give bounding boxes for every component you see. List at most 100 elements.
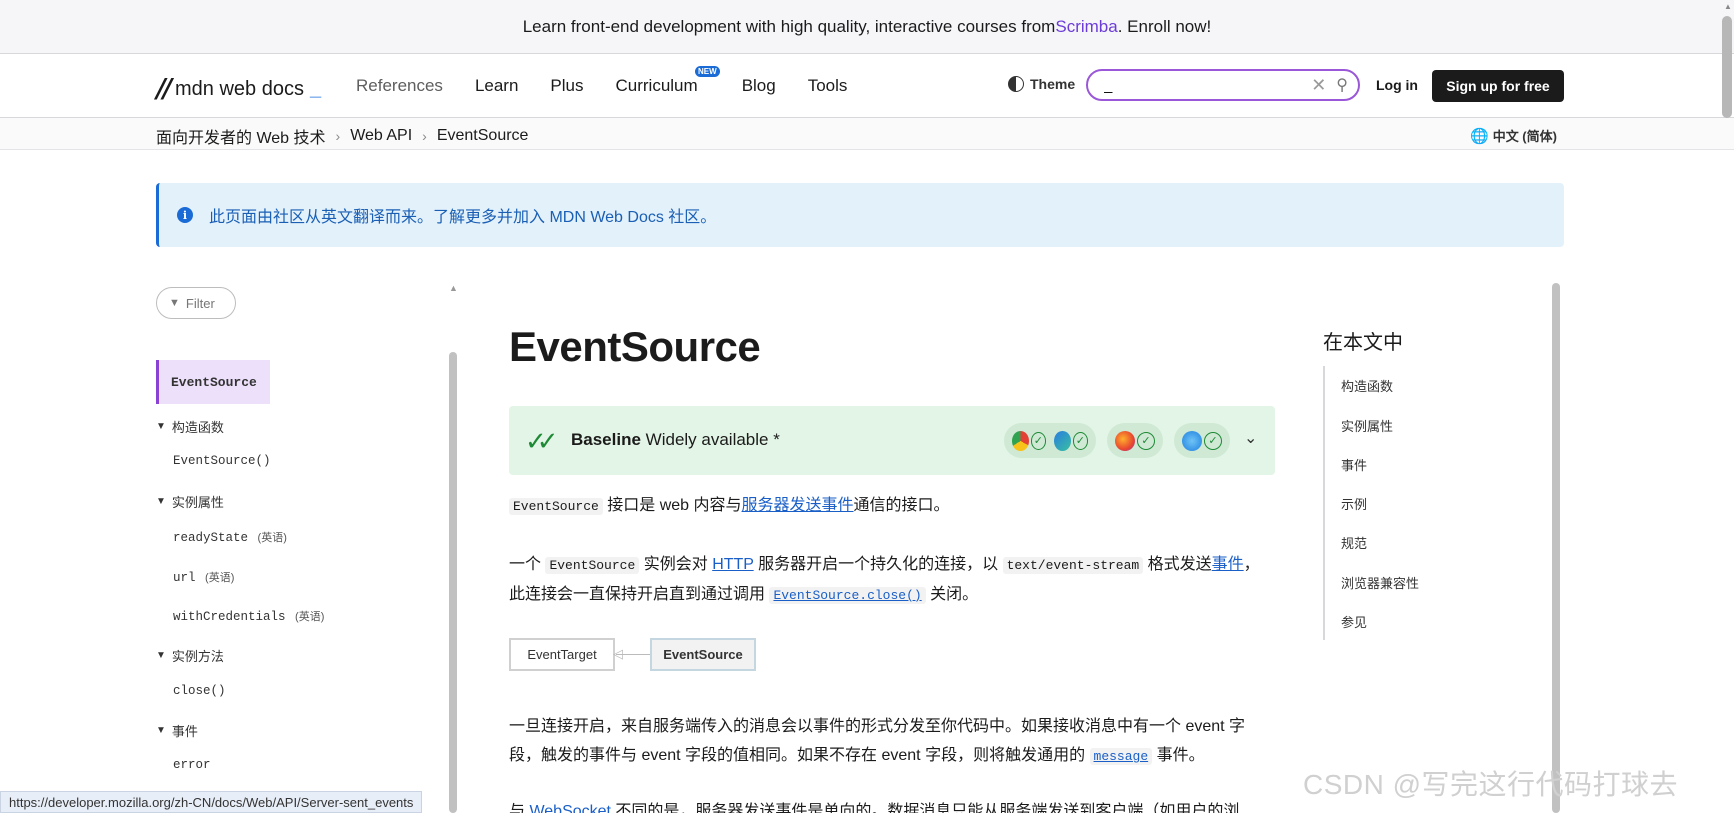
text: 不同的是，服务器发送事件是单向的。数据消息只能从服务端发送到客户端（如用户的浏	[610, 803, 1240, 813]
sidebar-group-constructors[interactable]: ▼ 构造函数	[156, 417, 224, 436]
sidebar-item-url[interactable]: url (英语)	[173, 569, 234, 585]
sidebar-filter-button[interactable]: ▼ Filter	[156, 287, 236, 319]
sidebar-group-instance-methods[interactable]: ▼ 实例方法	[156, 646, 224, 665]
search-icon[interactable]: ⚲	[1336, 75, 1348, 95]
text: 服务器开启一个持久化的连接，以	[753, 556, 1003, 573]
sidebar-group-events[interactable]: ▼ 事件	[156, 721, 198, 740]
triangle-down-icon: ▼	[156, 421, 166, 432]
mdn-logo-icon: //	[156, 74, 172, 104]
browser-support-firefox: ✓	[1107, 423, 1163, 458]
sidebar-item-eventsource[interactable]: EventSource	[156, 360, 270, 404]
globe-icon: 🌐	[1470, 127, 1489, 145]
text: 与	[509, 803, 530, 813]
toc-item-constructors[interactable]: 构造函数	[1341, 376, 1393, 395]
theme-icon	[1008, 76, 1024, 92]
toc-item-examples[interactable]: 示例	[1341, 494, 1367, 513]
toc-item-specifications[interactable]: 规范	[1341, 533, 1367, 552]
sidebar-scrollbar[interactable]	[449, 352, 457, 813]
check-icon: ✓	[1030, 431, 1046, 450]
watermark: CSDN @写完这行代码打球去	[1303, 769, 1679, 800]
inheritance-parent[interactable]: EventTarget	[509, 638, 615, 671]
sidebar-item-eventsource-constructor[interactable]: EventSource()	[173, 454, 271, 468]
http-link[interactable]: HTTP	[712, 556, 753, 573]
breadcrumb-item-web-tech[interactable]: 面向开发者的 Web 技术	[156, 124, 326, 148]
breadcrumb-separator-icon: ›	[335, 128, 341, 144]
breadcrumb-item-eventsource[interactable]: EventSource	[437, 127, 529, 145]
server-sent-events-link[interactable]: 服务器发送事件	[742, 497, 854, 514]
page-title: EventSource	[509, 323, 761, 370]
site-header: // mdn web docs _ References Learn Plus …	[0, 54, 1734, 118]
triangle-down-icon: ▼	[156, 650, 166, 661]
nav-references[interactable]: References	[340, 76, 459, 96]
banner-brand-link[interactable]: Scrimba	[1055, 17, 1117, 37]
baseline-rest: Widely available *	[640, 430, 780, 449]
toc-item-browser-compat[interactable]: 浏览器兼容性	[1341, 573, 1419, 592]
sidebar-item-label: error	[173, 758, 211, 772]
language-switcher[interactable]: 🌐 中文 (简体)	[1470, 126, 1557, 145]
sidebar-scroll-up-icon[interactable]: ▲	[449, 283, 458, 293]
nav-curriculum-label: Curriculum	[615, 76, 698, 95]
events-link[interactable]: 事件	[1212, 556, 1244, 573]
promo-banner[interactable]: Learn front-end development with high qu…	[0, 0, 1734, 54]
nav-learn[interactable]: Learn	[459, 76, 534, 96]
logo-caret: _	[309, 77, 322, 100]
mdn-logo[interactable]: // mdn web docs _	[156, 74, 321, 104]
toc-item-events[interactable]: 事件	[1341, 455, 1367, 474]
triangle-down-icon: ▼	[156, 496, 166, 507]
websocket-paragraph: 与 WebSocket 不同的是，服务器发送事件是单向的。数据消息只能从服务端发…	[509, 797, 1275, 813]
nav-tools[interactable]: Tools	[792, 76, 864, 96]
close-method-link[interactable]: EventSource.close()	[769, 587, 926, 604]
toc-rule	[1323, 366, 1325, 640]
text: 通信的接口。	[853, 497, 950, 514]
intro-paragraph: EventSource 接口是 web 内容与服务器发送事件通信的接口。	[509, 491, 1275, 521]
sidebar-item-close[interactable]: close()	[173, 684, 226, 698]
chrome-icon	[1012, 430, 1029, 451]
search-box[interactable]: ✕ ⚲	[1086, 69, 1360, 101]
inheritance-child[interactable]: EventSource	[650, 638, 756, 671]
sidebar-item-withcredentials[interactable]: withCredentials (英语)	[173, 608, 324, 624]
description-paragraph: 一个 EventSource 实例会对 HTTP 服务器开启一个持久化的连接，以…	[509, 550, 1275, 610]
baseline-text: Baseline Widely available *	[571, 430, 780, 450]
signup-button[interactable]: Sign up for free	[1432, 70, 1564, 102]
text: 关闭。	[925, 586, 979, 603]
safari-icon	[1182, 430, 1202, 451]
main-nav: References Learn Plus Curriculum NEW Blog…	[340, 54, 863, 118]
logo-text: mdn web docs	[175, 77, 304, 100]
sidebar-group-label: 实例方法	[171, 649, 224, 664]
browser-support-chrome-group: ✓ ✓	[1004, 423, 1096, 458]
theme-switcher[interactable]: Theme	[1008, 76, 1075, 92]
login-link[interactable]: Log in	[1376, 77, 1418, 93]
edge-icon	[1054, 430, 1071, 451]
message-event-link[interactable]: message	[1089, 748, 1153, 765]
sidebar-item-label: close()	[173, 684, 226, 698]
main-scrollbar[interactable]	[1552, 283, 1560, 813]
inline-code: EventSource	[545, 557, 640, 574]
baseline-banner[interactable]: ✓✓ Baseline Widely available * ✓ ✓ ✓ ✓ ⌄	[509, 406, 1275, 475]
nav-blog[interactable]: Blog	[726, 76, 792, 96]
check-icon: ✓	[1204, 431, 1222, 450]
page-scroll-up-icon[interactable]: ▲	[1724, 2, 1732, 11]
sidebar-item-error[interactable]: error	[173, 758, 211, 772]
toc-item-instance-properties[interactable]: 实例属性	[1341, 416, 1393, 435]
sidebar-group-instance-properties[interactable]: ▼ 实例属性	[156, 492, 224, 511]
search-input[interactable]	[1104, 76, 1312, 94]
page-scrollbar[interactable]	[1722, 16, 1732, 118]
toc-title: 在本文中	[1323, 332, 1403, 354]
clear-icon[interactable]: ✕	[1311, 75, 1326, 96]
toc-item-see-also[interactable]: 参见	[1341, 612, 1367, 631]
sidebar-item-readystate[interactable]: readyState (英语)	[173, 529, 287, 545]
triangle-down-icon: ▼	[156, 725, 166, 736]
new-badge: NEW	[695, 66, 720, 77]
websocket-link[interactable]: WebSocket	[529, 803, 611, 813]
sidebar-item-tag: (英语)	[205, 572, 235, 584]
breadcrumb-bar: 面向开发者的 Web 技术 › Web API › EventSource 🌐 …	[0, 118, 1734, 150]
nav-plus[interactable]: Plus	[534, 76, 599, 96]
info-icon: i	[177, 207, 193, 223]
breadcrumb-item-web-api[interactable]: Web API	[350, 127, 412, 145]
sidebar-group-label: 构造函数	[171, 420, 224, 435]
check-icon: ✓	[1137, 431, 1155, 450]
text: 接口是 web 内容与	[602, 497, 742, 514]
notice-link[interactable]: 此页面由社区从英文翻译而来。了解更多并加入 MDN Web Docs 社区。	[209, 203, 716, 227]
nav-curriculum[interactable]: Curriculum NEW	[600, 66, 720, 96]
chevron-down-icon[interactable]: ⌄	[1244, 428, 1257, 448]
